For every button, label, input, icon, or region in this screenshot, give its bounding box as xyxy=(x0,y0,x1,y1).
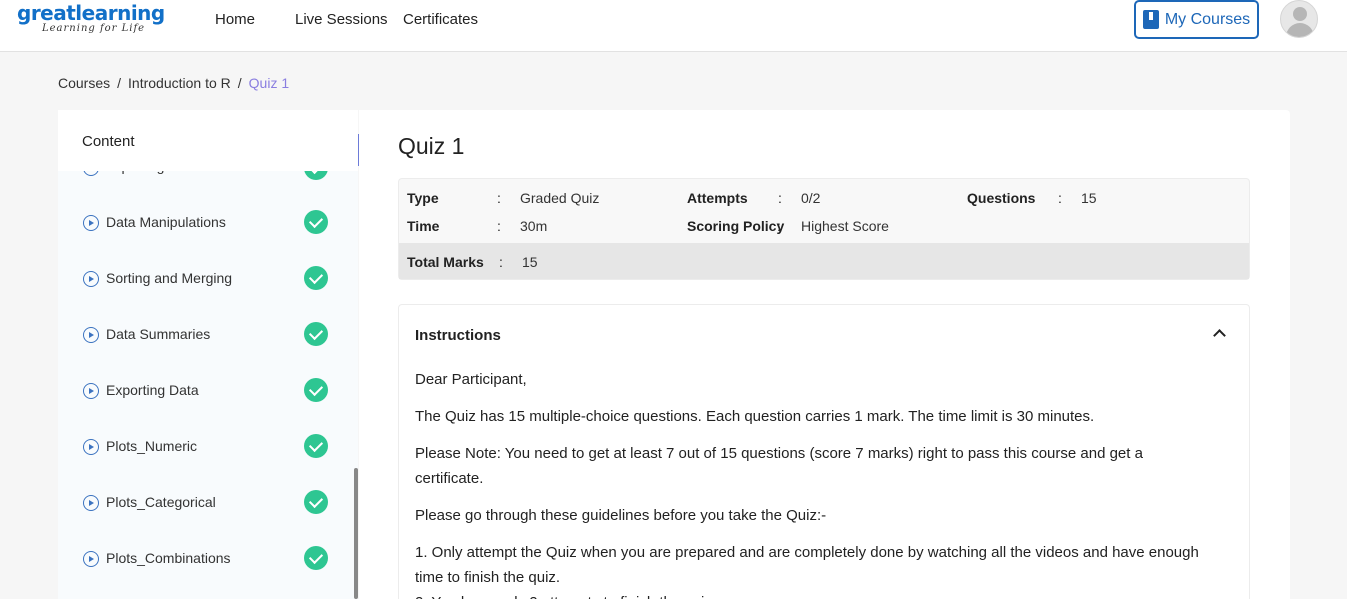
check-circle-icon xyxy=(304,378,328,402)
check-circle-icon xyxy=(304,210,328,234)
meta-scoring-value: Highest Score xyxy=(801,218,889,234)
check-circle-icon xyxy=(304,322,328,346)
greatlearning-logo[interactable]: greatlearning Learning for Life xyxy=(17,2,165,34)
play-circle-icon xyxy=(83,551,99,567)
meta-attempts-value: 0/2 xyxy=(801,190,821,206)
sidebar-item-label: Data Summaries xyxy=(106,326,211,342)
sidebar-scrollbar[interactable] xyxy=(354,468,358,599)
top-navbar: greatlearning Learning for Life Home Liv… xyxy=(0,0,1347,52)
my-courses-label: My Courses xyxy=(1164,10,1251,28)
quiz-panel: Quiz 1 Type : Graded Quiz Attempts : 0/2… xyxy=(359,110,1290,599)
meta-colon: : xyxy=(497,190,501,206)
sidebar-item-label: Sorting and Merging xyxy=(106,270,233,286)
breadcrumb-current: Quiz 1 xyxy=(248,75,290,91)
instruction-paragraph: 1. Only attempt the Quiz when you are pr… xyxy=(415,544,1199,586)
play-circle-icon xyxy=(83,271,99,287)
meta-type-label: Type xyxy=(407,190,439,206)
meta-total-value: 15 xyxy=(522,254,538,270)
meta-colon: : xyxy=(778,190,782,206)
sidebar-item-sorting-and-merging[interactable]: Sorting and Merging xyxy=(58,250,354,306)
sidebar-item-data-manipulations[interactable]: Data Manipulations xyxy=(58,194,354,250)
meta-questions-label: Questions xyxy=(967,190,1036,206)
meta-total-label: Total Marks xyxy=(407,254,484,270)
sidebar-item-label: Plots_Numeric xyxy=(106,438,198,454)
instructions-panel: Instructions Dear Participant, The Quiz … xyxy=(398,304,1250,599)
play-circle-icon xyxy=(83,215,99,231)
meta-colon: : xyxy=(1058,190,1062,206)
my-courses-button[interactable]: My Courses xyxy=(1134,0,1259,39)
sidebar-header: Content xyxy=(58,110,358,171)
nav-home[interactable]: Home xyxy=(215,10,255,30)
meta-type-value: Graded Quiz xyxy=(520,190,600,206)
play-circle-icon xyxy=(83,327,99,343)
sidebar-item-label: Exporting Data xyxy=(106,382,199,398)
meta-colon: : xyxy=(777,218,781,234)
logo-tagline: Learning for Life xyxy=(42,23,146,34)
play-circle-icon xyxy=(83,439,99,455)
sidebar-title: Content xyxy=(82,133,135,150)
page-title: Quiz 1 xyxy=(398,133,465,159)
sidebar-item-exporting-data[interactable]: Exporting Data xyxy=(58,362,354,418)
content-sidebar: Importing data Content Data Manipulation… xyxy=(58,110,358,599)
nav-live-sessions[interactable]: Live Sessions xyxy=(295,10,388,30)
breadcrumb-course[interactable]: Introduction to R xyxy=(128,74,231,92)
breadcrumb-separator: / xyxy=(117,75,122,91)
breadcrumb-separator: / xyxy=(237,75,242,91)
quiz-meta-table: Type : Graded Quiz Attempts : 0/2 Questi… xyxy=(398,178,1250,280)
user-avatar[interactable] xyxy=(1280,0,1318,38)
sidebar-item-plots-categorical[interactable]: Plots_Categorical xyxy=(58,474,354,530)
sidebar-item-plots-numeric[interactable]: Plots_Numeric xyxy=(58,418,354,474)
check-circle-icon xyxy=(304,434,328,458)
meta-time-label: Time xyxy=(407,218,440,234)
sidebar-item-label: Plots_Combinations xyxy=(106,550,231,566)
instruction-paragraph: Please go through these guidelines befor… xyxy=(415,507,827,524)
check-circle-icon xyxy=(304,266,328,290)
logo-text: greatlearning xyxy=(17,1,165,25)
check-circle-icon xyxy=(304,490,328,514)
instruction-paragraph: 2. You have only 2 attempts to finish th… xyxy=(415,590,1205,599)
book-icon xyxy=(1142,10,1159,29)
play-circle-icon xyxy=(83,383,99,399)
instruction-paragraph: Dear Participant, xyxy=(415,371,527,388)
instructions-heading[interactable]: Instructions xyxy=(415,327,501,344)
meta-questions-value: 15 xyxy=(1081,190,1097,206)
breadcrumb-courses[interactable]: Courses xyxy=(58,74,110,92)
meta-time-value: 30m xyxy=(520,218,548,234)
meta-colon: : xyxy=(499,254,503,270)
meta-scoring-label: Scoring Policy xyxy=(687,218,785,234)
chevron-up-icon[interactable] xyxy=(1213,329,1226,342)
sidebar-item-data-summaries[interactable]: Data Summaries xyxy=(58,306,354,362)
play-circle-icon xyxy=(83,495,99,511)
instruction-paragraph: The Quiz has 15 multiple-choice question… xyxy=(415,408,1095,425)
check-circle-icon xyxy=(304,546,328,570)
sidebar-item-label: Plots_Categorical xyxy=(106,494,216,510)
sidebar-item-label: Data Manipulations xyxy=(106,214,226,230)
nav-certificates[interactable]: Certificates xyxy=(403,10,478,30)
meta-attempts-label: Attempts xyxy=(687,190,748,206)
instruction-paragraph: Please Note: You need to get at least 7 … xyxy=(415,445,1143,487)
sidebar-item-plots-combinations[interactable]: Plots_Combinations xyxy=(58,530,354,586)
breadcrumb: Courses / Introduction to R / Quiz 1 xyxy=(58,74,289,92)
meta-colon: : xyxy=(497,218,501,234)
